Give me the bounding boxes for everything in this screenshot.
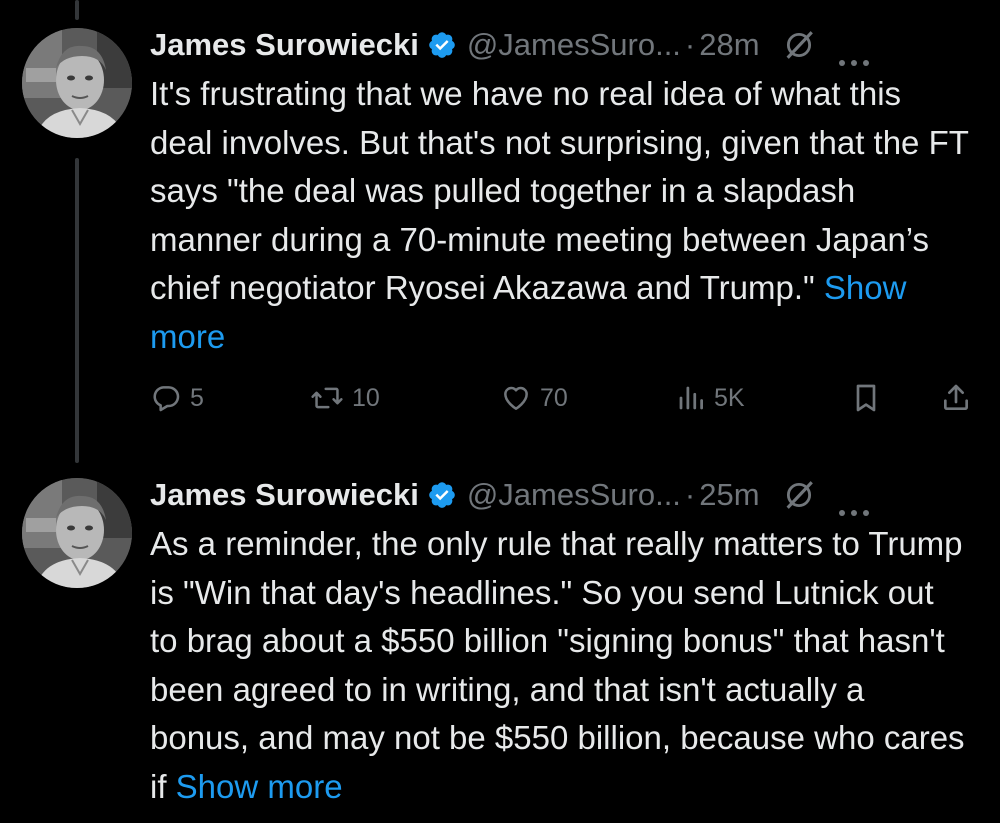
tweet-text: It's frustrating that we have no real id… — [150, 70, 970, 361]
retweet-count: 10 — [352, 383, 380, 412]
views-button[interactable]: 5K — [676, 378, 745, 418]
separator-dot: · — [684, 27, 696, 62]
reply-button[interactable]: 5 — [150, 378, 204, 418]
tweet-actions: 5 10 70 5K — [150, 378, 980, 418]
tweet-timestamp[interactable]: 28m — [699, 27, 759, 63]
retweet-button[interactable]: 10 — [310, 378, 380, 418]
author-name[interactable]: James Surowiecki — [150, 477, 419, 513]
share-icon — [940, 381, 972, 415]
like-button[interactable]: 70 — [500, 378, 568, 418]
author-handle[interactable]: @JamesSuro... — [467, 27, 681, 63]
tweet-body: As a reminder, the only rule that really… — [150, 525, 965, 805]
author-handle[interactable]: @JamesSuro... — [467, 477, 681, 513]
retweet-icon — [310, 382, 344, 414]
bookmark-button[interactable] — [850, 378, 882, 418]
tweet-header: James Surowiecki @JamesSuro... · 28m — [150, 22, 980, 68]
bookmark-icon — [850, 381, 882, 415]
separator-dot: · — [684, 477, 696, 512]
show-more-link[interactable]: Show more — [176, 768, 343, 805]
like-icon — [500, 382, 532, 414]
tweet-text: As a reminder, the only rule that really… — [150, 520, 970, 811]
share-button[interactable] — [940, 378, 972, 418]
thread-connector-line — [75, 158, 79, 463]
more-options-icon[interactable] — [836, 40, 872, 66]
verified-badge-icon — [427, 30, 457, 60]
tweet-timestamp[interactable]: 25m — [699, 477, 759, 513]
avatar[interactable] — [22, 28, 132, 138]
tweet-header: James Surowiecki @JamesSuro... · 25m — [150, 472, 980, 518]
more-options-icon[interactable] — [836, 490, 872, 516]
avatar[interactable] — [22, 478, 132, 588]
views-count: 5K — [714, 383, 745, 412]
author-name[interactable]: James Surowiecki — [150, 27, 419, 63]
reply-count: 5 — [190, 383, 204, 412]
verified-badge-icon — [427, 480, 457, 510]
grok-icon[interactable] — [782, 478, 816, 512]
views-icon — [676, 382, 706, 414]
like-count: 70 — [540, 383, 568, 412]
reply-icon — [150, 382, 182, 414]
tweet-thread: James Surowiecki @JamesSuro... · 28m It'… — [0, 0, 1000, 823]
thread-connector-line — [75, 0, 79, 20]
grok-icon[interactable] — [782, 28, 816, 62]
